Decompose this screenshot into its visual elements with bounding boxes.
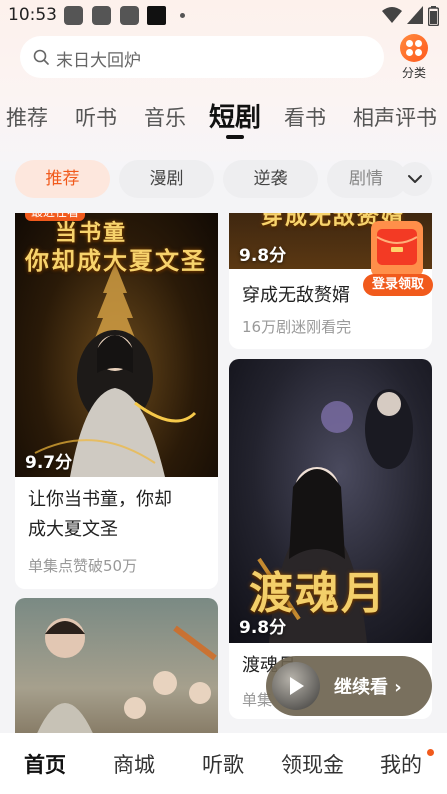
notification-app-icon xyxy=(64,6,83,25)
notification-app-icon xyxy=(120,6,139,25)
nav-profile[interactable]: 我的 xyxy=(380,749,422,779)
top-tabs: 推荐 听书 音乐 短剧 看书 相声评书 xyxy=(0,96,447,140)
recently-watched-badge: 最近在看 xyxy=(25,213,86,221)
notification-app-icon xyxy=(147,6,166,25)
drama-cover: 当书童 你却成大夏文圣 最近在看 9.7分 xyxy=(15,213,218,477)
rating: 9.8分 xyxy=(239,618,287,638)
chip-plot[interactable]: 剧情 xyxy=(327,160,407,198)
chevron-down-icon xyxy=(408,175,422,183)
cover-title: 渡魂月 xyxy=(249,568,387,619)
tab-short-drama[interactable]: 短剧 xyxy=(209,97,261,134)
cover-illustration xyxy=(37,618,217,733)
drama-title: 让你当书童，你却 xyxy=(28,489,172,510)
tab-music[interactable]: 音乐 xyxy=(144,102,186,132)
drama-title: 穿成无敌赘婿 xyxy=(242,285,350,306)
drama-card[interactable] xyxy=(15,598,218,733)
category-label: 分类 xyxy=(401,66,426,80)
search-placeholder: 末日大回炉 xyxy=(56,51,141,71)
continue-watching-button[interactable]: 继续看 › xyxy=(266,656,432,716)
more-notifications-icon xyxy=(180,13,185,18)
rating: 9.8分 xyxy=(239,246,287,266)
tab-reading[interactable]: 看书 xyxy=(284,102,326,132)
signal-icon xyxy=(407,6,423,24)
login-reward-label: 登录领取 xyxy=(363,274,433,296)
status-time: 10:53 xyxy=(8,5,57,25)
chip-counterattack[interactable]: 逆袭 xyxy=(223,160,318,198)
rating: 9.7分 xyxy=(25,453,73,473)
search-bar[interactable]: 末日大回炉 xyxy=(20,36,384,78)
active-tab-indicator xyxy=(226,135,244,139)
expand-chips-button[interactable] xyxy=(398,162,432,196)
search-icon xyxy=(33,49,49,65)
nav-earn-cash[interactable]: 领现金 xyxy=(281,749,344,779)
nav-music[interactable]: 听歌 xyxy=(202,749,244,779)
nav-home[interactable]: 首页 xyxy=(24,749,66,779)
drama-card[interactable]: 当书童 你却成大夏文圣 最近在看 9.7分 让你当书童，你却 成大夏文圣 单集点… xyxy=(15,213,218,589)
notification-dot xyxy=(427,749,434,756)
drama-subtitle: 16万剧迷刚看完 xyxy=(242,318,352,336)
chip-comic-drama[interactable]: 漫剧 xyxy=(119,160,214,198)
status-bar: 10:53 xyxy=(0,0,447,32)
login-reward-widget[interactable]: 登录领取 xyxy=(361,217,433,299)
continue-watching-label: 继续看 › xyxy=(334,677,402,698)
wifi-icon xyxy=(382,7,402,23)
tab-crosstalk[interactable]: 相声评书 xyxy=(353,102,437,132)
tab-audiobooks[interactable]: 听书 xyxy=(75,102,117,132)
chip-recommend[interactable]: 推荐 xyxy=(15,160,110,198)
nav-mall[interactable]: 商城 xyxy=(113,749,155,779)
notification-app-icon xyxy=(92,6,111,25)
play-icon xyxy=(290,677,304,695)
drama-title: 成大夏文圣 xyxy=(28,519,118,540)
drama-cover: 渡魂月 9.8分 xyxy=(229,359,432,643)
category-button[interactable]: 分类 xyxy=(396,34,432,84)
cover-title: 你却成大夏文圣 xyxy=(25,247,207,275)
drama-cover xyxy=(15,598,218,733)
tab-recommend[interactable]: 推荐 xyxy=(6,102,48,132)
bottom-navigation: 首页 商城 听歌 领现金 我的 xyxy=(0,733,447,794)
drama-subtitle: 单集点赞破50万 xyxy=(28,557,138,575)
red-envelope-icon xyxy=(371,221,423,277)
battery-icon xyxy=(428,6,439,26)
category-grid-icon xyxy=(400,34,428,62)
